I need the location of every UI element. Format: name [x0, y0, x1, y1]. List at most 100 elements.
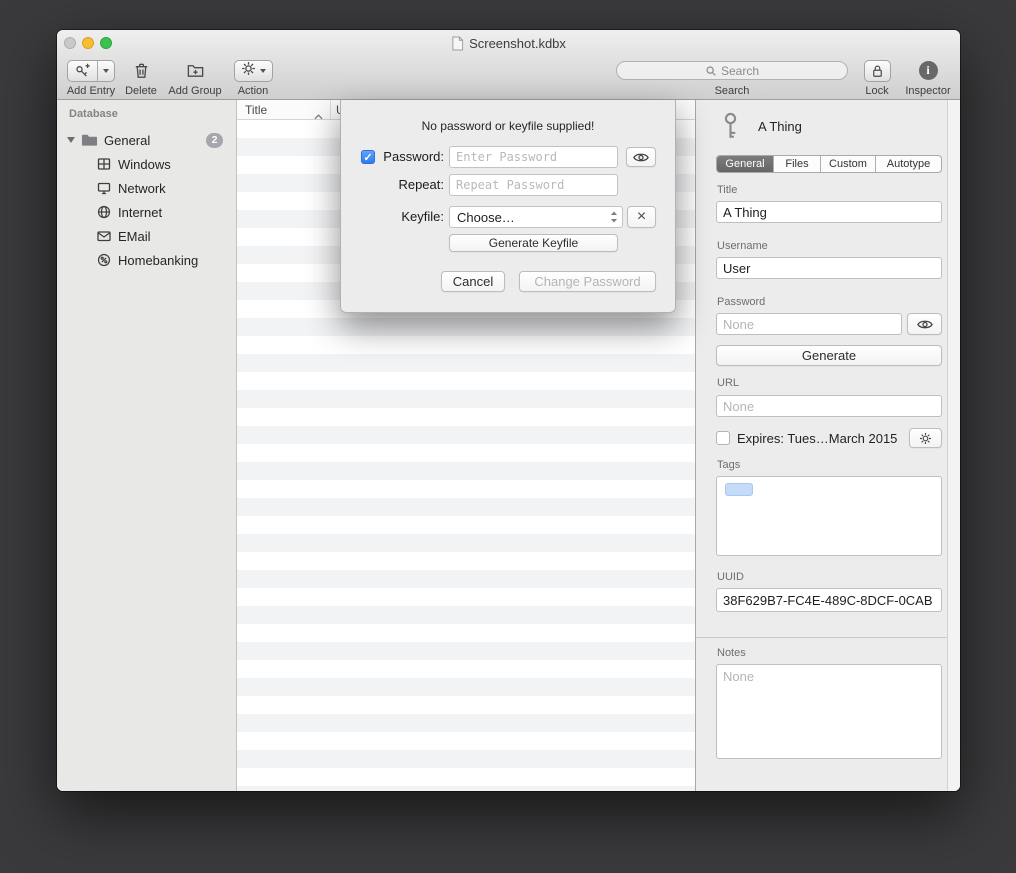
- password-field[interactable]: [716, 313, 902, 335]
- tag-chip[interactable]: [725, 483, 753, 496]
- expires-settings-button[interactable]: [909, 428, 942, 448]
- eye-icon: [633, 152, 649, 163]
- add-group-button[interactable]: Add Group: [164, 59, 226, 97]
- keyfile-selected-value: Choose…: [450, 210, 610, 225]
- sidebar-item-internet[interactable]: Internet: [57, 200, 236, 224]
- change-password-dialog: No password or keyfile supplied! ✓ Passw…: [340, 100, 676, 313]
- dialog-message: No password or keyfile supplied!: [341, 119, 675, 133]
- action-label: Action: [238, 85, 269, 97]
- sidebar-header: Database: [69, 108, 118, 120]
- sidebar-item-network[interactable]: Network: [57, 176, 236, 200]
- sidebar-item-general[interactable]: General 2: [57, 128, 236, 152]
- dialog-password-input[interactable]: [449, 146, 618, 168]
- entry-title: A Thing: [758, 119, 802, 134]
- folder-plus-icon: [186, 59, 205, 82]
- notes-field[interactable]: [716, 664, 942, 759]
- stepper-icon: [610, 210, 622, 224]
- generate-keyfile-button[interactable]: Generate Keyfile: [449, 234, 618, 252]
- sidebar-item-label: EMail: [118, 229, 151, 244]
- delete-label: Delete: [125, 85, 157, 97]
- key-plus-icon: [68, 61, 98, 81]
- cancel-button[interactable]: Cancel: [441, 271, 505, 292]
- sidebar-item-label: Homebanking: [118, 253, 198, 268]
- action-menu-arrow: [260, 69, 266, 73]
- search-placeholder: Search: [721, 64, 759, 78]
- disclosure-triangle-icon[interactable]: [67, 137, 75, 143]
- expires-label: Expires: Tues…March 2015: [737, 431, 897, 446]
- add-entry-label: Add Entry: [67, 85, 115, 97]
- app-window: Screenshot.kdbx: [57, 30, 960, 791]
- inspector-button[interactable]: i Inspector: [900, 59, 956, 97]
- search-area: Search Search: [616, 59, 848, 97]
- zoom-button[interactable]: [100, 37, 112, 49]
- inspector-tabs: General Files Custom Autotype: [716, 155, 942, 173]
- globe-icon: [97, 205, 111, 219]
- uuid-label: UUID: [717, 571, 744, 583]
- tab-files[interactable]: Files: [774, 156, 821, 172]
- dialog-keyfile-label: Keyfile:: [377, 206, 444, 228]
- search-icon: [705, 65, 717, 77]
- folder-icon: [81, 133, 98, 147]
- column-header-title[interactable]: Title: [245, 103, 267, 117]
- minimize-button[interactable]: [82, 37, 94, 49]
- column-divider[interactable]: [330, 100, 331, 119]
- url-label: URL: [717, 377, 739, 389]
- document-icon: [451, 36, 464, 51]
- sidebar-item-windows[interactable]: Windows: [57, 152, 236, 176]
- titlebar: Screenshot.kdbx: [57, 30, 960, 57]
- uuid-field[interactable]: [716, 588, 942, 612]
- network-icon: [97, 181, 111, 195]
- sidebar-item-email[interactable]: EMail: [57, 224, 236, 248]
- dialog-repeat-label: Repeat:: [377, 174, 444, 196]
- title-field[interactable]: [716, 201, 942, 223]
- reveal-password-button[interactable]: [907, 313, 942, 335]
- generate-password-button[interactable]: Generate: [716, 345, 942, 366]
- sidebar-item-label: General: [104, 133, 150, 148]
- expires-checkbox[interactable]: [716, 431, 730, 445]
- windows-icon: [97, 157, 111, 171]
- tab-custom[interactable]: Custom: [821, 156, 876, 172]
- dialog-reveal-password-button[interactable]: [626, 147, 656, 167]
- close-button[interactable]: [64, 37, 76, 49]
- gear-icon: [241, 61, 256, 81]
- tab-autotype[interactable]: Autotype: [876, 156, 941, 172]
- add-entry-menu-arrow[interactable]: [98, 61, 114, 81]
- keyfile-select[interactable]: Choose…: [449, 206, 623, 228]
- inspector-label: Inspector: [905, 85, 950, 97]
- delete-button[interactable]: Delete: [120, 59, 162, 97]
- username-label: Username: [717, 240, 768, 252]
- password-label: Password: [717, 296, 765, 308]
- username-field[interactable]: [716, 257, 942, 279]
- sidebar: Database General 2 Windows Network: [57, 100, 237, 791]
- url-field[interactable]: [716, 395, 942, 417]
- search-label: Search: [715, 85, 750, 97]
- notes-label: Notes: [717, 647, 746, 659]
- info-icon: i: [919, 61, 938, 80]
- add-group-label: Add Group: [168, 85, 221, 97]
- inspector-separator: [696, 637, 947, 638]
- inspector-scrollbar[interactable]: [947, 100, 960, 791]
- add-entry-button[interactable]: Add Entry: [62, 59, 120, 97]
- sidebar-item-homebanking[interactable]: Homebanking: [57, 248, 236, 272]
- window-chrome: Screenshot.kdbx: [57, 30, 960, 100]
- dialog-password-label: Password:: [377, 146, 444, 168]
- change-password-button[interactable]: Change Password: [519, 271, 656, 292]
- gear-icon: [919, 432, 932, 445]
- padlock-icon: [864, 60, 891, 82]
- dialog-repeat-input[interactable]: [449, 174, 618, 196]
- password-checkbox[interactable]: ✓: [361, 150, 375, 164]
- tags-box[interactable]: [716, 476, 942, 556]
- tab-general[interactable]: General: [717, 156, 774, 172]
- sidebar-item-label: Internet: [118, 205, 162, 220]
- window-title: Screenshot.kdbx: [469, 36, 566, 51]
- lock-button[interactable]: Lock: [857, 59, 897, 97]
- sidebar-item-label: Windows: [118, 157, 171, 172]
- close-icon: ×: [637, 209, 646, 225]
- trash-icon: [132, 59, 151, 82]
- sidebar-item-label: Network: [118, 181, 166, 196]
- clear-keyfile-button[interactable]: ×: [627, 206, 656, 228]
- lock-label: Lock: [865, 85, 888, 97]
- search-input[interactable]: Search: [616, 61, 848, 80]
- entry-count-badge: 2: [206, 133, 223, 148]
- action-button[interactable]: Action: [228, 59, 278, 97]
